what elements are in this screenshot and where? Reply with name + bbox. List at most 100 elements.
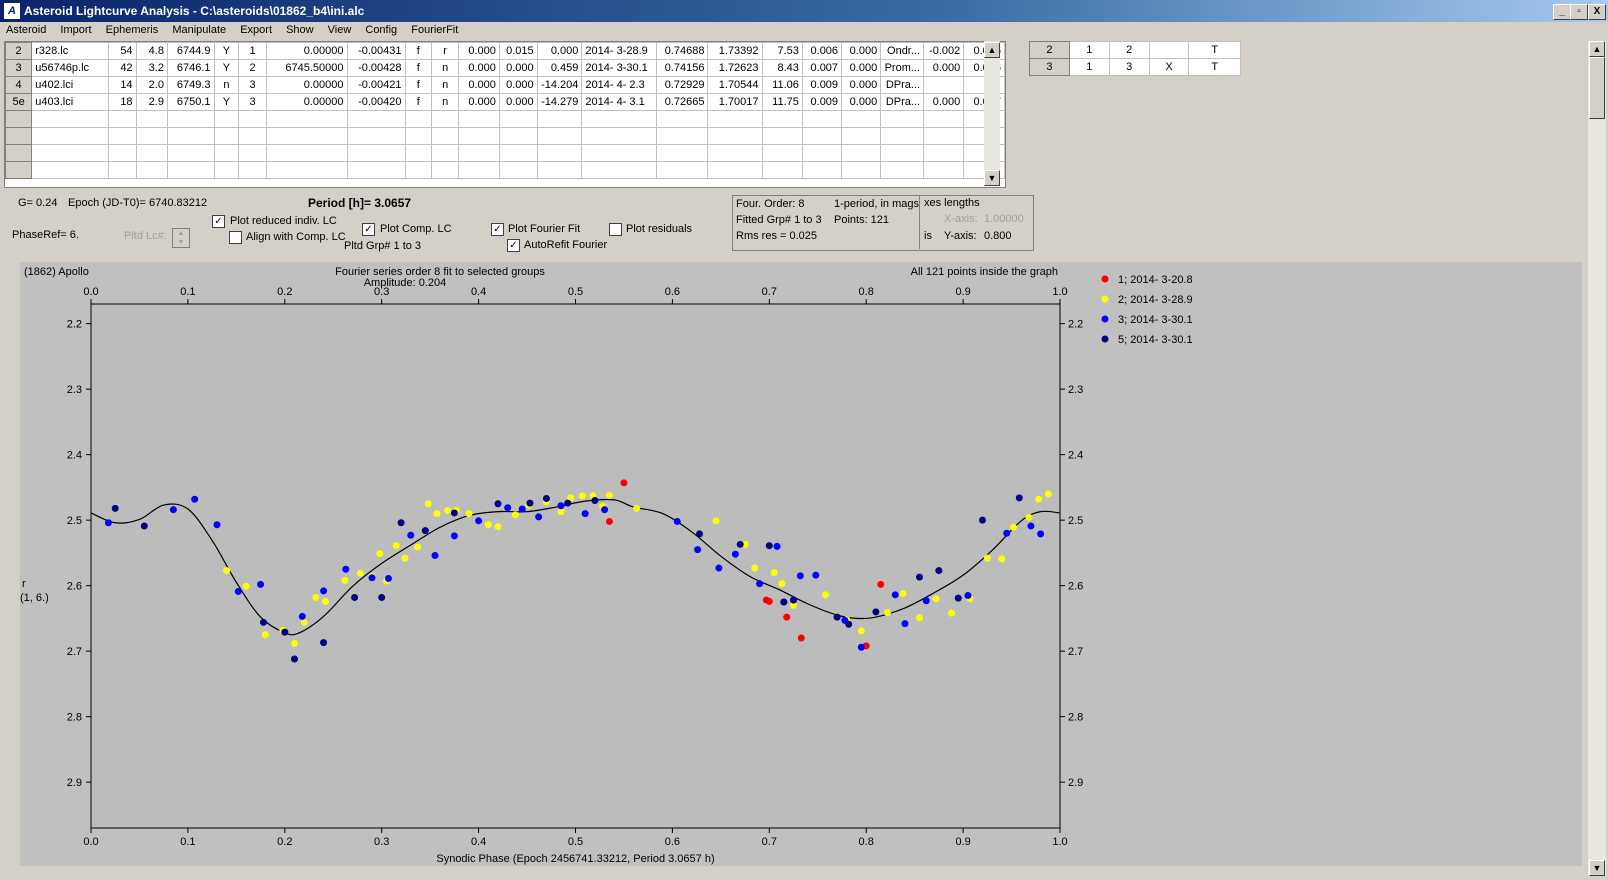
y-axis-sublabel: (1, 6.) [20, 592, 49, 604]
data-point [983, 554, 991, 562]
data-point [281, 628, 289, 636]
data-point [494, 500, 502, 508]
data-point [424, 500, 432, 508]
data-point [901, 620, 909, 628]
data-point [857, 643, 865, 651]
data-point [213, 521, 221, 529]
data-point [261, 631, 269, 639]
x-tick-label-bottom: 0.6 [665, 836, 680, 848]
data-point [257, 580, 265, 588]
data-point [484, 521, 492, 529]
data-point [673, 517, 681, 525]
data-point [790, 596, 798, 604]
data-point [797, 634, 805, 642]
data-point [542, 495, 550, 503]
y-tick-label-right: 2.2 [1068, 319, 1083, 331]
legend-marker [1101, 295, 1109, 303]
data-point [465, 510, 473, 518]
y-tick-label-right: 2.3 [1068, 384, 1083, 396]
legend-label: 3; 2014- 3-30.1 [1118, 314, 1193, 326]
legend-label: 5; 2014- 3-30.1 [1118, 334, 1193, 346]
x-tick-label-top: 0.2 [277, 286, 292, 298]
x-tick-label-bottom: 0.3 [374, 836, 389, 848]
x-tick-label-bottom: 0.1 [180, 836, 195, 848]
data-point [392, 542, 400, 550]
data-point [845, 620, 853, 628]
data-point [935, 567, 943, 575]
data-point [384, 574, 392, 582]
data-point [312, 593, 320, 601]
data-point [605, 517, 613, 525]
y-tick-label-left: 2.3 [67, 384, 82, 396]
data-point [494, 523, 502, 531]
data-point [1044, 490, 1052, 498]
data-point [298, 612, 306, 620]
data-point [578, 492, 586, 500]
data-point [998, 555, 1006, 563]
legend-label: 1; 2014- 3-20.8 [1118, 274, 1193, 286]
data-point [915, 614, 923, 622]
data-point [1035, 495, 1043, 503]
data-point [872, 608, 880, 616]
data-point [833, 613, 841, 621]
x-tick-label-bottom: 0.0 [83, 836, 98, 848]
data-point [421, 527, 429, 535]
data-point [223, 567, 231, 575]
data-point [954, 594, 962, 602]
data-point [169, 506, 177, 514]
data-point [694, 546, 702, 554]
data-point [812, 571, 820, 579]
data-point [504, 504, 512, 512]
data-point [1015, 494, 1023, 502]
data-point [581, 510, 589, 518]
y-tick-label-left: 2.6 [67, 581, 82, 593]
x-tick-label-bottom: 0.8 [859, 836, 874, 848]
y-tick-label-left: 2.4 [67, 450, 82, 462]
legend-marker [1101, 335, 1109, 343]
plot-frame [90, 303, 1061, 829]
data-point [376, 550, 384, 558]
data-point [564, 499, 572, 507]
x-tick-label-top: 0.5 [568, 286, 583, 298]
y-tick-label-right: 2.8 [1068, 712, 1083, 724]
x-tick-label-top: 0.7 [762, 286, 777, 298]
data-point [773, 542, 781, 550]
x-tick-label-top: 0.1 [180, 286, 195, 298]
data-point [915, 573, 923, 581]
y-tick-label-right: 2.9 [1068, 777, 1083, 789]
data-point [356, 569, 364, 577]
data-point [932, 595, 940, 603]
data-point [450, 532, 458, 540]
data-point [111, 504, 119, 512]
x-tick-label-bottom: 0.5 [568, 836, 583, 848]
data-point [633, 504, 641, 512]
data-point [351, 593, 359, 601]
x-axis-label: Synodic Phase (Epoch 2456741.33212, Peri… [436, 853, 714, 865]
data-point [511, 511, 519, 519]
data-point [341, 576, 349, 584]
data-point [397, 519, 405, 527]
data-point [518, 505, 526, 513]
data-point [756, 580, 764, 588]
data-point [368, 574, 376, 582]
x-tick-label-top: 0.6 [665, 286, 680, 298]
data-point [778, 580, 786, 588]
y-tick-label-right: 2.7 [1068, 646, 1083, 658]
x-tick-label-top: 0.0 [83, 286, 98, 298]
data-point [591, 497, 599, 504]
data-point [947, 609, 955, 617]
data-point [290, 655, 298, 663]
data-point [378, 593, 386, 601]
data-point [320, 639, 328, 647]
data-point [535, 513, 543, 521]
data-point [431, 552, 439, 560]
data-point [401, 554, 409, 562]
y-tick-label-right: 2.6 [1068, 581, 1083, 593]
y-tick-label-left: 2.8 [67, 712, 82, 724]
data-point [433, 510, 441, 518]
x-tick-label-top: 0.8 [859, 286, 874, 298]
legend-marker [1101, 275, 1109, 283]
x-tick-label-bottom: 0.4 [471, 836, 486, 848]
data-point [770, 569, 778, 577]
points-note: All 121 points inside the graph [911, 266, 1058, 278]
